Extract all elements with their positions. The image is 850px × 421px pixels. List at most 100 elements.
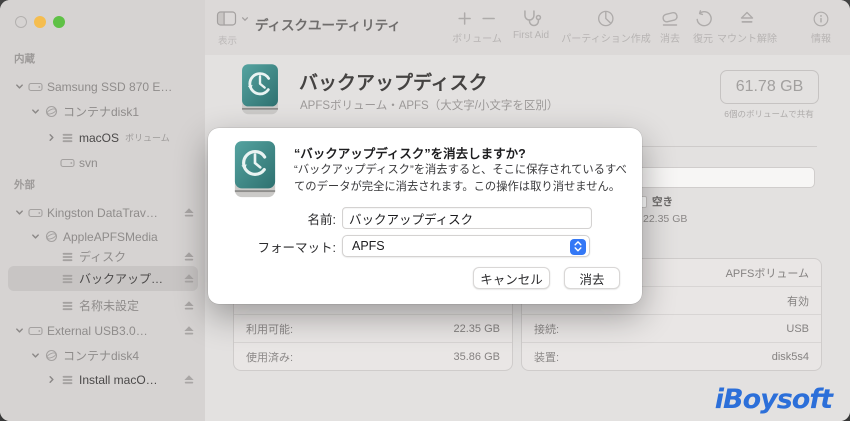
eject-icon[interactable] — [183, 300, 195, 311]
chevron-down-icon — [241, 17, 249, 22]
disk-icon — [27, 325, 43, 337]
stethoscope-icon — [524, 10, 542, 27]
capacity-legend: 空き 22.35 GB — [635, 194, 687, 225]
table-row-available: 利用可能: 22.35 GB — [234, 315, 512, 343]
volume-size-badge: 61.78 GB — [720, 70, 819, 104]
sidebar-item-install-macos[interactable]: Install macO… — [0, 367, 205, 392]
chevron-right-icon[interactable] — [46, 133, 56, 143]
zoom-button[interactable] — [53, 16, 65, 28]
chevron-placeholder — [46, 158, 56, 168]
time-machine-disk-icon — [234, 141, 276, 198]
traffic-lights — [15, 16, 65, 28]
eraser-icon — [662, 11, 678, 26]
sidebar-item-label: svn — [79, 155, 98, 170]
volume-size-caption: 6個のボリュームで共有 — [724, 109, 814, 119]
sidebar-toggle-icon — [216, 11, 237, 26]
table-row-device: 装置: disk5s4 — [534, 350, 809, 364]
select-stepper-icon — [570, 238, 586, 255]
erase-button[interactable]: 消去 — [564, 267, 620, 289]
disk-icon — [27, 207, 43, 219]
table-row-connection: 接続: USB — [522, 315, 821, 343]
format-field-label: フォーマット: — [257, 240, 336, 255]
volume-icon — [59, 132, 75, 144]
format-row: フォーマット: APFS — [208, 235, 590, 257]
view-toggle-button[interactable] — [216, 11, 249, 27]
time-machine-disk-icon — [242, 64, 278, 115]
container-icon — [43, 230, 59, 243]
plus-icon — [458, 12, 472, 25]
sidebar-item-macos-volume[interactable]: macOS ボリューム — [0, 125, 205, 150]
eject-icon[interactable] — [183, 207, 195, 218]
legend-label: 空き — [652, 196, 673, 208]
sidebar-item-svn[interactable]: svn — [0, 150, 205, 175]
sidebar-item-label: 名称未設定 — [79, 299, 140, 313]
sidebar-item-external-usb[interactable]: External USB3.0… — [0, 318, 205, 343]
disk-icon — [59, 157, 75, 169]
sidebar-item-label: Samsung SSD 870 E… — [47, 79, 173, 94]
sidebar-item-kingston[interactable]: Kingston DataTrav… — [0, 200, 205, 225]
sidebar-item-label: Install macO… — [79, 372, 158, 387]
volume-suffix-label: ボリューム — [125, 133, 170, 143]
sidebar-item-untitled[interactable]: 名称未設定 — [0, 293, 205, 318]
iboysoft-watermark: iBoysoft — [714, 384, 833, 415]
chevron-down-icon[interactable] — [14, 208, 24, 218]
window-title: ディスクユーティリティ — [255, 18, 401, 33]
erase-dialog: “バックアップディスク”を消去しますか? “バックアップディスク”を消去すると、… — [208, 128, 642, 304]
sidebar-item-container-disk1[interactable]: コンテナdisk1 — [0, 99, 205, 124]
volume-icon — [59, 374, 75, 386]
eject-icon[interactable] — [183, 325, 195, 336]
toolbar-button-first-aid[interactable]: First Aid — [513, 8, 549, 41]
format-select[interactable]: APFS — [342, 235, 590, 257]
sidebar-item-label: コンテナdisk4 — [63, 349, 140, 363]
volume-icon — [59, 300, 75, 312]
close-button[interactable] — [15, 16, 27, 28]
table-row-used: 使用済み: 35.86 GB — [246, 350, 500, 364]
sidebar-item-samsung-ssd[interactable]: Samsung SSD 870 E… — [0, 74, 205, 99]
eject-icon[interactable] — [183, 374, 195, 385]
toolbar-button-info[interactable]: 情報 — [811, 8, 831, 45]
chevron-down-icon[interactable] — [30, 232, 40, 242]
container-icon — [43, 105, 59, 118]
cancel-button[interactable]: キャンセル — [473, 267, 550, 289]
sidebar-item-backup-disk-selected[interactable]: バックアップ… — [0, 266, 205, 291]
minus-icon — [482, 17, 496, 20]
volume-subtitle: APFSボリューム・APFS（大文字/小文字を区別） — [300, 100, 559, 112]
chevron-down-icon[interactable] — [30, 351, 40, 361]
toolbar: 表示 ディスクユーティリティ ボリューム First Aid パーティション作成… — [205, 0, 850, 56]
sidebar-item-label: External USB3.0… — [47, 323, 148, 338]
partition-icon — [598, 10, 614, 27]
chevron-placeholder — [46, 301, 56, 311]
eject-icon[interactable] — [183, 273, 195, 284]
container-icon — [43, 349, 59, 362]
toolbar-button-volume[interactable]: ボリューム — [452, 8, 502, 45]
sidebar-section-internal: 内蔵 — [14, 53, 35, 65]
format-selected-value: APFS — [352, 239, 385, 253]
toolbar-button-erase[interactable]: 消去 — [659, 8, 681, 45]
sidebar-item-container-disk4[interactable]: コンテナdisk4 — [0, 343, 205, 368]
toolbar-button-unmount[interactable]: マウント解除 — [717, 8, 777, 45]
dialog-buttons: キャンセル 消去 — [473, 267, 620, 289]
view-button-label: 表示 — [218, 36, 238, 47]
volume-title: バックアップディスク — [299, 73, 488, 94]
name-field-label: 名前: — [307, 212, 336, 227]
dialog-message: “バックアップディスク”を消去すると、そこに保存されているすべてのデータが完全に… — [294, 164, 627, 193]
chevron-right-icon[interactable] — [46, 375, 56, 385]
name-row: 名前: — [208, 207, 592, 229]
dialog-title: “バックアップディスク”を消去しますか? — [294, 147, 526, 161]
info-icon — [813, 11, 829, 26]
sidebar: 内蔵 Samsung SSD 870 E… コンテナdisk1 macOS ボリ… — [0, 0, 206, 421]
chevron-down-icon[interactable] — [30, 107, 40, 117]
sidebar-item-label: AppleAPFSMedia — [63, 229, 158, 244]
sidebar-section-external: 外部 — [14, 179, 35, 191]
disk-utility-window: 内蔵 Samsung SSD 870 E… コンテナdisk1 macOS ボリ… — [0, 0, 850, 421]
toolbar-button-partition[interactable]: パーティション作成 — [561, 8, 651, 45]
chevron-down-icon[interactable] — [14, 326, 24, 336]
toolbar-button-restore[interactable]: 復元 — [693, 8, 713, 45]
volume-icon — [59, 251, 75, 263]
chevron-down-icon[interactable] — [14, 82, 24, 92]
name-input[interactable] — [342, 207, 592, 229]
minimize-button[interactable] — [34, 16, 46, 28]
sidebar-item-label: バックアップ… — [79, 272, 164, 286]
sidebar-item-label: Kingston DataTrav… — [47, 205, 158, 220]
eject-icon[interactable] — [183, 251, 195, 262]
